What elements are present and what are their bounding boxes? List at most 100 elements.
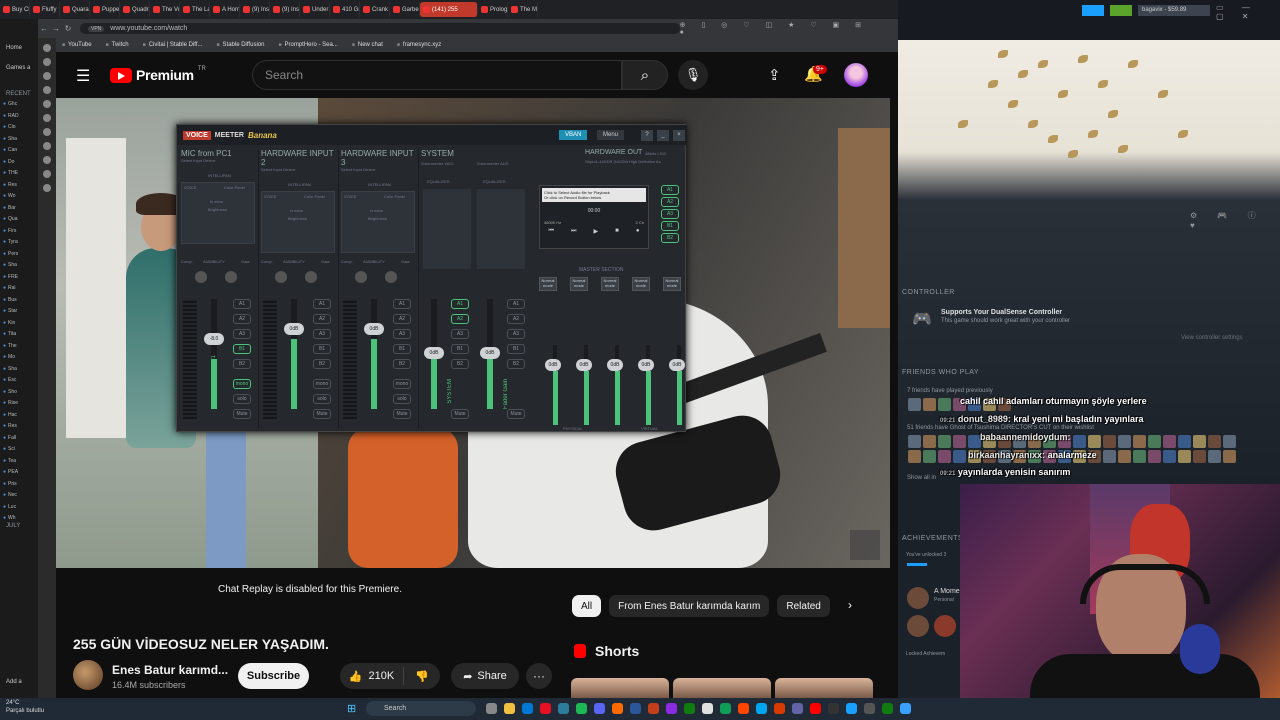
vm-gate-knob[interactable]	[225, 271, 237, 283]
vm-mute-button[interactable]: Mute	[233, 409, 251, 419]
friend-avatar[interactable]	[1103, 435, 1116, 448]
friend-avatar[interactable]	[938, 435, 951, 448]
vm-minimize-icon[interactable]: _	[657, 130, 669, 141]
browser-tab[interactable]: Crank	[360, 2, 390, 17]
subscribe-button[interactable]: Subscribe	[238, 663, 309, 689]
browser-tab[interactable]: The Vo	[150, 2, 180, 17]
friend-avatar[interactable]	[938, 450, 951, 463]
vm-master-mode-button[interactable]: Normal mode	[663, 277, 681, 291]
vm-comp-knob[interactable]	[355, 271, 367, 283]
like-button[interactable]: 👍 210K	[340, 667, 404, 685]
vm-bus-button[interactable]: A3	[393, 329, 411, 339]
vm-gate-knob[interactable]	[385, 271, 397, 283]
sidebar-game-item[interactable]: Ghc	[0, 99, 38, 111]
vm-output-bus-indicator[interactable]: B1	[661, 221, 679, 231]
vm-mono-button[interactable]: mono	[393, 379, 411, 389]
browser-tab[interactable]: (9) Insi	[240, 2, 270, 17]
taskbar-app-icon[interactable]	[540, 703, 551, 714]
vm-solo-button[interactable]: solo	[313, 394, 331, 404]
browser-tab[interactable]: Puppe	[90, 2, 120, 17]
browser-tab[interactable]: The M	[508, 2, 538, 17]
sidebar-game-item[interactable]: Res	[0, 421, 38, 433]
vm-solo-button[interactable]: solo	[233, 394, 251, 404]
sidebar-game-item[interactable]: Tea	[0, 456, 38, 468]
vm-strip-device[interactable]: Select Input Device	[181, 158, 258, 163]
vm-bus-button[interactable]: A1	[313, 299, 331, 309]
sidebar-game-item[interactable]: Bar	[0, 203, 38, 215]
vm-bus-button[interactable]: A2	[313, 314, 331, 324]
friend-avatar[interactable]	[1133, 450, 1146, 463]
vm-bus-button[interactable]: B2	[233, 359, 251, 369]
friend-avatar[interactable]	[1073, 435, 1086, 448]
vm-bus-button[interactable]: A3	[233, 329, 251, 339]
windows-start-icon[interactable]: ⊞	[347, 702, 356, 715]
search-button[interactable]: ⌕	[622, 60, 668, 90]
vm-aux-mute-button[interactable]: Mute	[507, 409, 525, 419]
steam-account-menu[interactable]: bagavix - $59.89	[1138, 5, 1210, 16]
vm-bus-button[interactable]: A1	[233, 299, 251, 309]
sidebar-game-item[interactable]: Sci	[0, 444, 38, 456]
sidebar-game-item[interactable]: Qua	[0, 214, 38, 226]
sidebar-game-item[interactable]: Luc	[0, 502, 38, 514]
sidebar-game-item[interactable]: Can	[0, 145, 38, 157]
browser-tab[interactable]: (9) Insi	[270, 2, 300, 17]
play-icon[interactable]: ▶	[593, 228, 598, 235]
steam-window-controls[interactable]: ▭ — ▢ ✕	[1216, 3, 1280, 21]
vm-bus-button[interactable]: B1	[393, 344, 411, 354]
sidebar-shortcut-icon[interactable]	[43, 184, 51, 192]
vm-bus-button[interactable]: A2	[233, 314, 251, 324]
taskbar-app-icon[interactable]	[738, 703, 749, 714]
sidebar-shortcut-icon[interactable]	[43, 170, 51, 178]
taskbar-app-icon[interactable]	[594, 703, 605, 714]
vm-master-mode-button[interactable]: Normal mode	[601, 277, 619, 291]
sidebar-shortcut-icon[interactable]	[43, 114, 51, 122]
friend-avatar[interactable]	[923, 435, 936, 448]
forward-icon[interactable]: →	[50, 24, 62, 33]
taskbar-app-icon[interactable]	[486, 703, 497, 714]
vm-virtual-fader-knob[interactable]: 0dB	[424, 347, 444, 359]
sidebar-game-item[interactable]: FRE	[0, 272, 38, 284]
vm-mute-button[interactable]: Mute	[313, 409, 331, 419]
sidebar-game-item[interactable]: Sha	[0, 364, 38, 376]
vm-gate-knob[interactable]	[305, 271, 317, 283]
sidebar-shortcut-icon[interactable]	[43, 58, 51, 66]
upload-icon[interactable]: ⇪	[768, 66, 781, 84]
vm-intellipan-pad[interactable]: VOICE Color Panel fx echo Brightness	[341, 191, 415, 253]
taskbar-app-icon[interactable]	[648, 703, 659, 714]
taskbar-app-icon[interactable]	[846, 703, 857, 714]
bookmark-link[interactable]: New chat	[352, 42, 383, 48]
vm-aux-bus-button[interactable]: A2	[507, 314, 525, 324]
vm-solo-button[interactable]: solo	[393, 394, 411, 404]
sidebar-game-item[interactable]: Kin	[0, 318, 38, 330]
channel-avatar[interactable]	[73, 660, 103, 690]
vm-virtual-bus-button[interactable]: A2	[451, 314, 469, 324]
vm-strip-device[interactable]: Select Input Device	[261, 167, 338, 172]
vm-strip-device[interactable]: Select Input Device	[341, 167, 418, 172]
vm-aux-bus-button[interactable]: B1	[507, 344, 525, 354]
browser-tab[interactable]: Garbe	[390, 2, 420, 17]
stop-icon[interactable]: ■	[615, 228, 619, 235]
sidebar-game-item[interactable]: Rai	[0, 283, 38, 295]
share-button[interactable]: ➦ Share	[451, 663, 519, 689]
friend-avatar[interactable]	[1193, 450, 1206, 463]
taskbar-app-icon[interactable]	[666, 703, 677, 714]
vm-recorder-display[interactable]: Click to Select Audio file for Playback …	[542, 188, 646, 202]
sidebar-games[interactable]: Games a	[0, 51, 38, 71]
weather-widget[interactable]: 24°C Parçalı bulutlu	[6, 699, 44, 715]
vpn-badge[interactable]: VPN	[88, 25, 105, 32]
vm-master-mode-button[interactable]: Normal mode	[632, 277, 650, 291]
rewind-icon[interactable]: ⏮	[549, 228, 554, 235]
vm-aux-eq-knobs[interactable]	[477, 189, 525, 269]
vm-menu-button[interactable]: Menu	[597, 130, 625, 140]
vm-mono-button[interactable]: mono	[233, 379, 251, 389]
vm-aux-bus-button[interactable]: A1	[507, 299, 525, 309]
vm-virtual-bus-button[interactable]: A1	[451, 299, 469, 309]
taskbar-app-icon[interactable]	[612, 703, 623, 714]
vm-aux-fader-knob[interactable]: 0dB	[480, 347, 500, 359]
vm-master-mode-button[interactable]: Normal mode	[539, 277, 557, 291]
vm-aux-bus-button[interactable]: A3	[507, 329, 525, 339]
short-thumbnail[interactable]	[571, 678, 669, 698]
youtube-logo[interactable]: Premium TR	[110, 66, 206, 83]
reload-icon[interactable]: ↻	[62, 24, 74, 33]
fast-forward-icon[interactable]: ⏭	[571, 228, 576, 235]
